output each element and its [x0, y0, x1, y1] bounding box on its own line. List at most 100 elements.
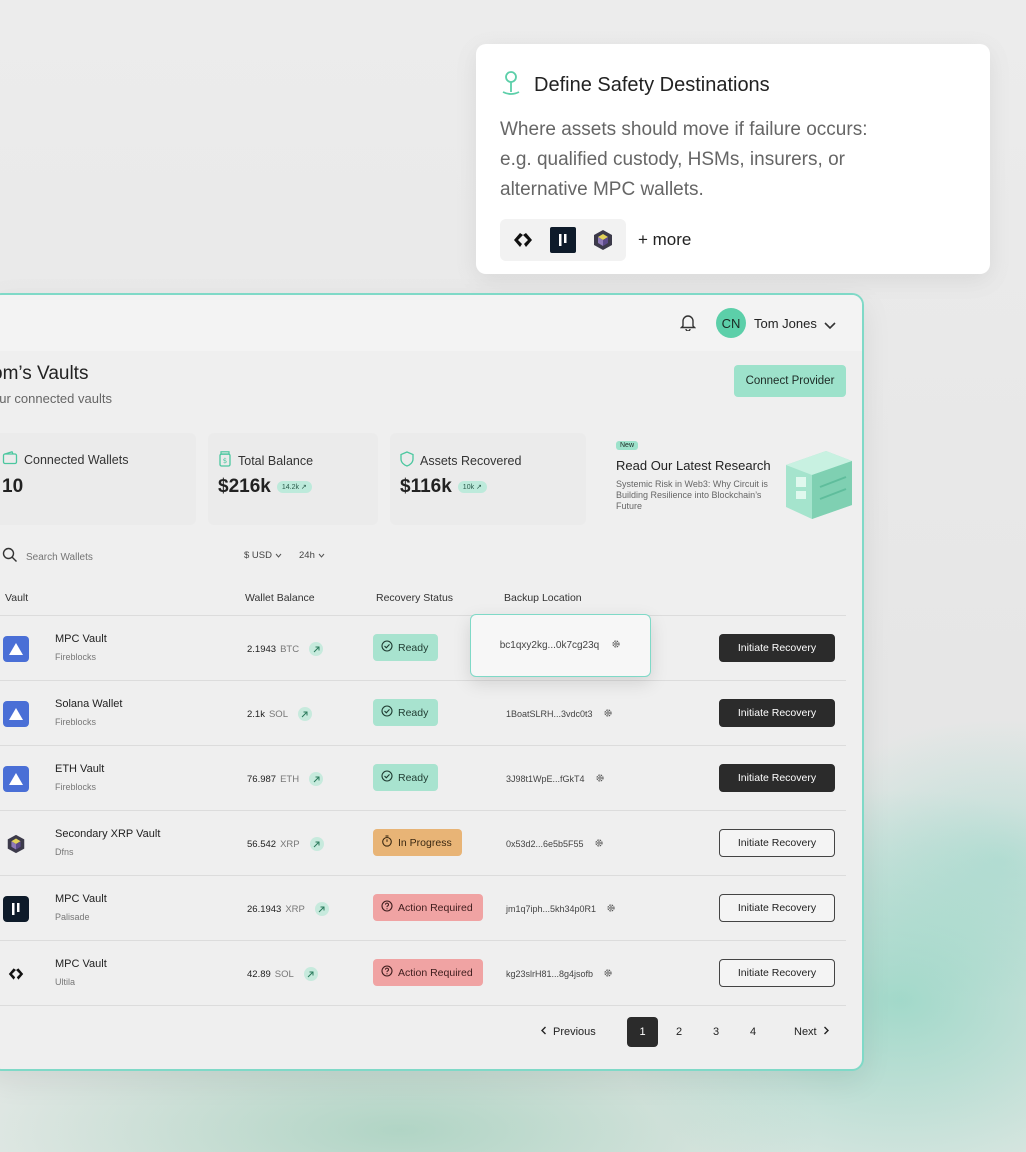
page-3-button[interactable]: 3 — [701, 1017, 731, 1047]
card-title: Define Safety Destinations — [534, 74, 770, 96]
backup-location-highlight[interactable]: bc1qxy2kg...0k7cg23q — [470, 614, 651, 677]
search-icon — [2, 547, 18, 568]
vault-name: MPC Vault — [55, 893, 107, 905]
balance-amount: 2.1943 — [247, 643, 277, 655]
initiate-recovery-button[interactable]: Initiate Recovery — [719, 764, 835, 792]
search-bar[interactable] — [0, 543, 218, 571]
currency-select[interactable]: $ USD — [244, 550, 282, 561]
question-circle-icon — [381, 965, 393, 980]
stat-value: $116k — [400, 476, 452, 497]
balance-unit: XRP — [280, 838, 300, 850]
table-row[interactable]: MPC Vault Ultila 42.89 SOL Action Require… — [0, 941, 846, 1006]
table-row[interactable]: ETH Vault Fireblocks 76.987 ETH Ready 3J9… — [0, 746, 846, 811]
backup-address: 0x53d2...6e5b5F55 — [506, 839, 584, 849]
wallet-balance: 56.542 XRP — [247, 837, 324, 851]
jar-icon: $ — [218, 451, 232, 470]
status-label: Action Required — [398, 966, 473, 979]
initiate-recovery-button[interactable]: Initiate Recovery — [719, 829, 835, 857]
gear-icon[interactable] — [606, 903, 616, 915]
question-circle-icon — [381, 900, 393, 915]
connect-provider-button[interactable]: Connect Provider — [734, 365, 846, 397]
wallet-balance: 76.987 ETH — [247, 772, 324, 786]
wallet-balance: 2.1k SOL — [247, 707, 312, 721]
balance-amount: 42.89 — [247, 968, 271, 980]
table-row[interactable]: MPC Vault Palisade 26.1943 XRP Action Req… — [0, 876, 846, 941]
bell-icon[interactable] — [679, 313, 697, 336]
initiate-recovery-button[interactable]: Initiate Recovery — [719, 634, 835, 662]
period-select[interactable]: 24h — [299, 550, 325, 561]
balance-unit: SOL — [268, 708, 288, 720]
balance-amount: 26.1943 — [247, 903, 282, 915]
wallet-balance: 42.89 SOL — [247, 967, 318, 981]
next-page-button[interactable]: Next — [794, 1017, 830, 1047]
balance-unit: BTC — [280, 643, 300, 655]
vault-name: ETH Vault — [55, 763, 105, 775]
gear-icon[interactable] — [603, 968, 613, 980]
col-vault: Vault — [5, 592, 29, 604]
backup-location: 1BoatSLRH...3vdc0t3 — [506, 708, 613, 720]
research-title: Read Our Latest Research — [616, 458, 771, 473]
table-row[interactable]: Secondary XRP Vault Dfns 56.542 XRP In Pr… — [0, 811, 846, 876]
gear-icon[interactable] — [594, 838, 604, 850]
balance-amount: 76.987 — [247, 773, 277, 785]
previous-label: Previous — [553, 1026, 596, 1038]
balance-amount: 56.542 — [247, 838, 277, 850]
page-4-button[interactable]: 4 — [738, 1017, 768, 1047]
vaults-app-window: CN Tom Jones om’s Vaults our connected v… — [0, 293, 864, 1071]
vault-provider: Fireblocks — [55, 717, 97, 727]
search-input[interactable] — [26, 551, 206, 563]
status-badge: Action Required — [373, 894, 483, 921]
fireblocks-icon — [3, 766, 29, 792]
chevron-down-icon — [275, 550, 282, 561]
chevron-down-icon[interactable] — [824, 317, 836, 335]
pin-icon — [500, 70, 522, 101]
stat-value: 10 — [2, 476, 24, 497]
chevron-left-icon — [540, 1026, 547, 1038]
fireblocks-icon — [3, 701, 29, 727]
table-row[interactable]: MPC Vault Fireblocks 2.1943 BTC Ready Ini… — [0, 616, 846, 681]
svg-text:$: $ — [223, 457, 227, 465]
initiate-recovery-button[interactable]: Initiate Recovery — [719, 894, 835, 922]
arrow-up-right-icon — [309, 772, 324, 786]
chevron-down-icon — [318, 550, 325, 561]
status-label: Ready — [398, 771, 429, 784]
backup-location: kg23slrH81...8g4jsofb — [506, 968, 613, 980]
research-promo-card[interactable]: New Read Our Latest Research Systemic Ri… — [602, 433, 852, 525]
status-badge: Ready — [373, 634, 439, 661]
gear-icon[interactable] — [603, 708, 613, 720]
previous-page-button[interactable]: Previous — [540, 1017, 596, 1047]
user-name[interactable]: Tom Jones — [754, 316, 817, 331]
vault-name: MPC Vault — [55, 633, 107, 645]
page-2-button[interactable]: 2 — [664, 1017, 694, 1047]
fireblocks-icon — [3, 636, 29, 662]
vault-name: Solana Wallet — [55, 698, 123, 710]
ultila-icon — [3, 961, 29, 987]
stat-label: Assets Recovered — [420, 453, 522, 468]
pagination: Previous 1 2 3 4 Next — [532, 1017, 852, 1049]
avatar[interactable]: CN — [716, 308, 746, 338]
backup-address: 1BoatSLRH...3vdc0t3 — [506, 709, 593, 719]
status-label: In Progress — [398, 836, 452, 849]
status-badge: Ready — [373, 764, 439, 791]
col-recovery-status: Recovery Status — [376, 592, 454, 604]
stat-assets-recovered: Assets Recovered $116k 10k ↗ — [390, 433, 586, 525]
new-badge: New — [616, 441, 639, 450]
timer-icon — [381, 835, 393, 850]
vault-name: Secondary XRP Vault — [55, 828, 161, 840]
stat-label: Total Balance — [238, 453, 314, 468]
vault-provider: Ultila — [55, 977, 76, 987]
status-label: Ready — [398, 706, 429, 719]
trend-badge: 14.2k ↗ — [276, 481, 312, 493]
page-1-button[interactable]: 1 — [627, 1017, 658, 1047]
wallet-balance: 26.1943 XRP — [247, 902, 329, 916]
initiate-recovery-button[interactable]: Initiate Recovery — [719, 699, 835, 727]
table-row[interactable]: Solana Wallet Fireblocks 2.1k SOL Ready 1… — [0, 681, 846, 746]
vault-provider: Dfns — [55, 847, 74, 857]
more-providers-link[interactable]: + more — [638, 230, 691, 250]
col-wallet-balance: Wallet Balance — [245, 592, 315, 604]
gear-icon[interactable] — [595, 773, 605, 785]
status-badge: Ready — [373, 699, 439, 726]
initiate-recovery-button[interactable]: Initiate Recovery — [719, 959, 835, 987]
balance-amount: 2.1k — [247, 708, 265, 720]
gear-icon[interactable] — [611, 639, 621, 652]
